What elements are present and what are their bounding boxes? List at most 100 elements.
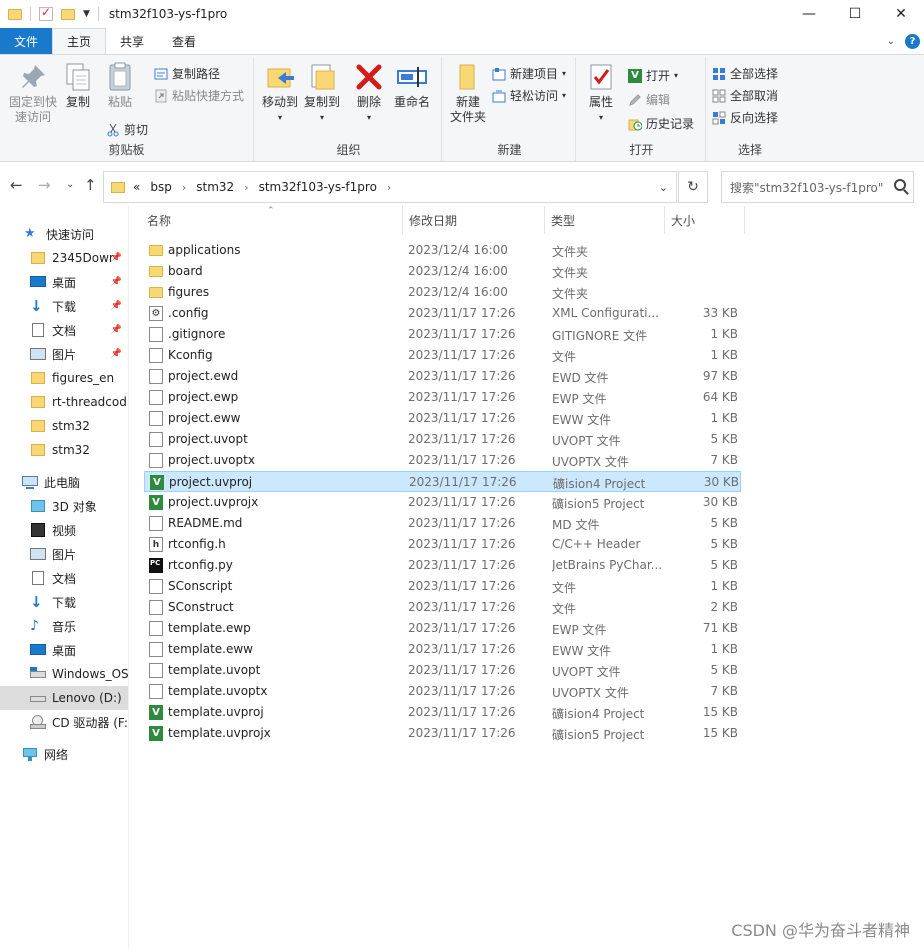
nav-quick-access[interactable]: ★ 快速访问 [0, 222, 128, 246]
forward-button[interactable]: → [38, 176, 51, 194]
copy-path-button[interactable]: 复制路径 [154, 65, 220, 82]
breadcrumb-separator-icon[interactable]: › [244, 181, 248, 194]
new-folder-button[interactable]: 新建 文件夹 [446, 61, 490, 125]
properties-button[interactable]: 属性 ▾ [584, 61, 618, 125]
file-row[interactable]: Vtemplate.uvprojx 2023/11/17 17:26 礦ision5… [144, 723, 741, 744]
customize-toolbar-icon[interactable]: ▼ [83, 9, 90, 19]
file-row[interactable]: .gitignore 2023/11/17 17:26 GITIGNORE 文件 1 … [144, 324, 741, 345]
nav-this-pc[interactable]: 此电脑 [0, 470, 128, 494]
file-row[interactable]: project.ewd 2023/11/17 17:26 EWD 文件 97 KB [144, 366, 741, 387]
nav-documents[interactable]: 文档 [0, 566, 128, 590]
delete-button[interactable]: 删除 ▾ [354, 61, 384, 125]
minimize-button[interactable]: — [786, 0, 832, 28]
file-row[interactable]: Vproject.uvproj 2023/11/17 17:26 礦ision4 P… [144, 471, 741, 492]
file-row[interactable]: h rtconfig.h 2023/11/17 17:26 C/C++ Header 5… [144, 534, 741, 555]
file-row[interactable]: SConstruct 2023/11/17 17:26 文件 2 KB [144, 597, 741, 618]
pin-icon[interactable]: 📌 [111, 301, 122, 311]
pin-icon[interactable]: 📌 [111, 277, 122, 287]
search-input[interactable]: 搜索"stm32f103-ys-f1pro" [721, 171, 914, 203]
history-button[interactable]: 历史记录 [628, 115, 694, 132]
pin-icon[interactable]: 📌 [111, 325, 122, 335]
edit-button[interactable]: 编辑 [628, 91, 670, 108]
file-row[interactable]: template.eww 2023/11/17 17:26 EWW 文件 1 KB [144, 639, 741, 660]
rename-button[interactable]: 重命名 [392, 61, 432, 110]
tab-file[interactable]: 文件 [0, 28, 53, 54]
search-icon[interactable] [894, 179, 906, 191]
file-row[interactable]: Vtemplate.uvproj 2023/11/17 17:26 礦ision4 … [144, 702, 741, 723]
properties-icon[interactable] [39, 5, 53, 21]
back-button[interactable]: ← [10, 176, 23, 194]
column-header-date[interactable]: 修改日期 [403, 206, 545, 234]
nav-stm32[interactable]: stm32 [0, 414, 128, 438]
invert-selection-button[interactable]: 反向选择 [712, 109, 778, 126]
breadcrumb-overflow[interactable]: « [133, 180, 140, 194]
file-row[interactable]: project.ewp 2023/11/17 17:26 EWP 文件 64 KB [144, 387, 741, 408]
nav-documents[interactable]: 文档 📌 [0, 318, 128, 342]
column-header-name[interactable]: 名称 [141, 206, 403, 234]
file-row[interactable]: template.uvopt 2023/11/17 17:26 UVOPT 文件 5 … [144, 660, 741, 681]
file-row[interactable]: README.md 2023/11/17 17:26 MD 文件 5 KB [144, 513, 741, 534]
paste-button[interactable]: 粘贴 [102, 61, 138, 110]
pin-icon[interactable]: 📌 [111, 253, 122, 263]
select-all-button[interactable]: 全部选择 [712, 65, 778, 82]
open-button[interactable]: V 打开 ▾ [628, 67, 678, 84]
nav-2345downloads[interactable]: 2345Dowr 📌 [0, 246, 128, 270]
file-row[interactable]: SConscript 2023/11/17 17:26 文件 1 KB [144, 576, 741, 597]
easy-access-button[interactable]: 轻松访问 ▾ [492, 87, 566, 104]
nav-desktop[interactable]: 桌面 [0, 638, 128, 662]
up-button[interactable]: ↑ [84, 176, 97, 194]
nav-downloads[interactable]: ↓ 下载 📌 [0, 294, 128, 318]
recent-locations-button[interactable]: ⌄ [66, 179, 74, 190]
nav-pictures[interactable]: 图片 📌 [0, 342, 128, 366]
file-row[interactable]: project.eww 2023/11/17 17:26 EWW 文件 1 KB [144, 408, 741, 429]
nav-stm32[interactable]: stm32 [0, 438, 128, 462]
file-row[interactable]: template.ewp 2023/11/17 17:26 EWP 文件 71 KB [144, 618, 741, 639]
move-to-button[interactable]: 移动到 ▾ [260, 61, 300, 125]
address-bar[interactable]: « bsp › stm32 › stm32f103-ys-f1pro › ⌄ [103, 171, 677, 203]
breadcrumb-stm32[interactable]: stm32 [196, 180, 234, 194]
file-row[interactable]: project.uvoptx 2023/11/17 17:26 UVOPTX 文件 7… [144, 450, 741, 471]
select-none-button[interactable]: 全部取消 [712, 87, 778, 104]
paste-shortcut-button[interactable]: 粘贴快捷方式 [154, 87, 244, 104]
file-row[interactable]: ⚙ .config 2023/11/17 17:26 XML Configurati.… [144, 303, 741, 324]
nav-desktop[interactable]: 桌面 📌 [0, 270, 128, 294]
file-row[interactable]: Kconfig 2023/11/17 17:26 文件 1 KB [144, 345, 741, 366]
tab-share[interactable]: 共享 [106, 28, 158, 54]
tab-home[interactable]: 主页 [52, 28, 107, 54]
refresh-button[interactable]: ↻ [678, 171, 708, 203]
nav-music[interactable]: ♪ 音乐 [0, 614, 128, 638]
tab-view[interactable]: 查看 [158, 28, 210, 54]
file-row[interactable]: PC rtconfig.py 2023/11/17 17:26 JetBrains P… [144, 555, 741, 576]
file-row[interactable]: figures 2023/12/4 16:00 文件夹 [144, 282, 741, 303]
breadcrumb-bsp[interactable]: bsp [150, 180, 172, 194]
nav-figures-en[interactable]: figures_en [0, 366, 128, 390]
breadcrumb-separator-icon[interactable]: › [387, 181, 391, 194]
file-row[interactable]: Vproject.uvprojx 2023/11/17 17:26 礦ision5 … [144, 492, 741, 513]
copy-button[interactable]: 复制 [62, 61, 94, 110]
file-row[interactable]: board 2023/12/4 16:00 文件夹 [144, 261, 741, 282]
pin-to-quick-access-button[interactable]: 固定到快 速访问 [4, 61, 62, 125]
new-item-button[interactable]: 新建项目 ▾ [492, 65, 566, 82]
breadcrumb-current[interactable]: stm32f103-ys-f1pro [259, 180, 377, 194]
nav-pictures[interactable]: 图片 [0, 542, 128, 566]
breadcrumb-separator-icon[interactable]: › [182, 181, 186, 194]
nav-lenovo-drive[interactable]: Lenovo (D:) [0, 686, 128, 710]
address-dropdown-icon[interactable]: ⌄ [659, 181, 668, 194]
nav-windows-os-drive[interactable]: Windows_OS [0, 662, 128, 686]
column-header-type[interactable]: 类型 [545, 206, 665, 234]
pin-icon[interactable]: 📌 [111, 349, 122, 359]
nav-network[interactable]: 网络 [0, 742, 128, 766]
expand-ribbon-icon[interactable]: ⌄ [887, 36, 895, 47]
maximize-button[interactable]: ☐ [832, 0, 878, 28]
nav-cd-drive[interactable]: CD 驱动器 (F: [0, 710, 128, 734]
nav-rt-threadcode[interactable]: rt-threadcod [0, 390, 128, 414]
help-icon[interactable]: ? [905, 33, 920, 49]
copy-to-button[interactable]: 复制到 ▾ [302, 61, 342, 125]
file-row[interactable]: template.uvoptx 2023/11/17 17:26 UVOPTX 文件… [144, 681, 741, 702]
column-header-size[interactable]: 大小 [665, 206, 745, 234]
file-row[interactable]: project.uvopt 2023/11/17 17:26 UVOPT 文件 5 K… [144, 429, 741, 450]
cut-button[interactable]: 剪切 [106, 121, 148, 138]
nav-videos[interactable]: 视频 [0, 518, 128, 542]
file-row[interactable]: applications 2023/12/4 16:00 文件夹 [144, 240, 741, 261]
new-folder-icon[interactable] [61, 8, 75, 20]
